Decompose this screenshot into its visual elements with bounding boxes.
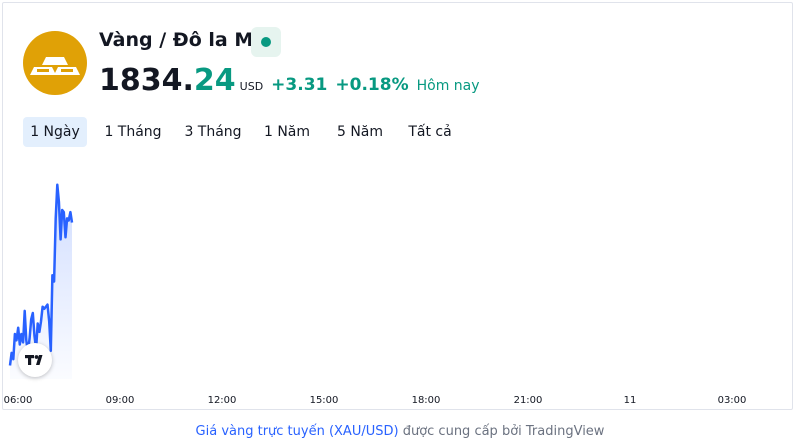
x-tick-label: 15:00 — [310, 395, 339, 406]
tradingview-widget: Vàng / Đô la Mỹ 1834.24 USD +3.31 +0.18% Hôm… — [2, 2, 793, 410]
x-axis-ticks: 06:00 09:00 12:00 15:00 18:00 21:00 11 03:00 — [4, 395, 747, 406]
tradingview-logo-icon[interactable] — [18, 343, 52, 377]
footer-text: được cung cấp bởi TradingView — [398, 424, 605, 439]
x-tick-label: 11 — [624, 395, 637, 406]
x-tick-label: 21:00 — [514, 395, 543, 406]
x-tick-label: 12:00 — [208, 395, 237, 406]
x-tick-label: 06:00 — [4, 395, 33, 406]
price-chart[interactable]: 06:00 09:00 12:00 15:00 18:00 21:00 11 03:00 — [3, 3, 792, 409]
x-tick-label: 09:00 — [106, 395, 135, 406]
x-tick-label: 03:00 — [718, 395, 747, 406]
xau-usd-link[interactable]: Giá vàng trực tuyến (XAU/USD) — [196, 424, 399, 439]
x-tick-label: 18:00 — [412, 395, 441, 406]
footer-attribution: Giá vàng trực tuyến (XAU/USD) được cung … — [0, 424, 800, 439]
